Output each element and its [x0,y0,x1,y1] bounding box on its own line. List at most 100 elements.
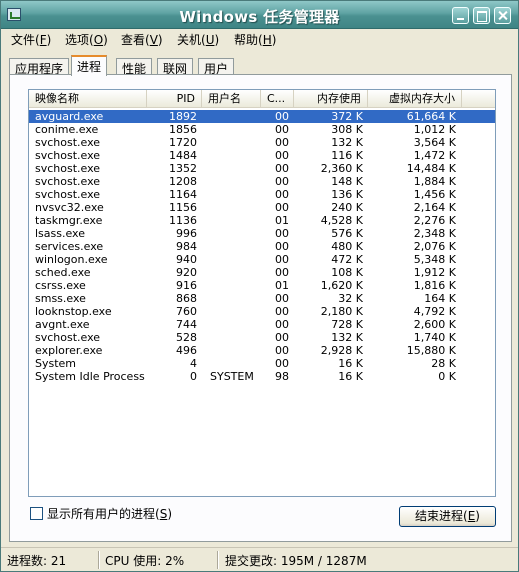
cell-vm-size: 1,472 K [413,149,456,162]
cell-vm-size: 1,884 K [413,175,456,188]
cell-image-name: svchost.exe [35,331,101,344]
cell-vm-size: 2,600 K [413,318,456,331]
column-header-vm-size[interactable]: 虚拟内存大小 [368,90,462,108]
cell-mem-usage: 480 K [331,240,363,253]
process-rows: avguard.exe 1892 00 372 K 61,664 Kconime.exe… [29,110,495,383]
cell-vm-size: 4,792 K [413,305,456,318]
cell-image-name: avgnt.exe [35,318,90,331]
process-row[interactable]: conime.exe 1856 00 308 K 1,012 K [29,123,495,136]
cell-vm-size: 0 K [438,370,456,383]
cell-username: SYSTEM [210,370,254,383]
process-row[interactable]: services.exe 984 00 480 K 2,076 K [29,240,495,253]
tab-processes[interactable]: 进程 [71,55,108,76]
process-row[interactable]: avguard.exe 1892 00 372 K 61,664 K [29,110,495,123]
process-row[interactable]: lsass.exe 996 00 576 K 2,348 K [29,227,495,240]
cell-mem-usage: 472 K [331,253,363,266]
process-row[interactable]: looknstop.exe 760 00 2,180 K 4,792 K [29,305,495,318]
tab-networking[interactable]: 联网 [157,58,194,76]
cell-cpu: 00 [275,123,289,136]
cell-pid: 1164 [169,188,197,201]
process-row[interactable]: nvsvc32.exe 1156 00 240 K 2,164 K [29,201,495,214]
process-row[interactable]: svchost.exe 528 00 132 K 1,740 K [29,331,495,344]
cell-mem-usage: 148 K [331,175,363,188]
cell-image-name: avguard.exe [35,110,104,123]
status-cpu-usage: CPU 使用: 2% [105,554,185,568]
cell-pid: 760 [176,305,197,318]
tab-applications[interactable]: 应用程序 [9,58,70,76]
tab-users[interactable]: 用户 [198,58,235,76]
close-button[interactable] [494,7,511,24]
cell-cpu: 00 [275,149,289,162]
process-row[interactable]: explorer.exe 496 00 2,928 K 15,880 K [29,344,495,357]
cell-mem-usage: 132 K [331,331,363,344]
status-process-count: 进程数: 21 [7,554,67,568]
menu-file[interactable]: 文件(F) [11,31,51,48]
cell-cpu: 00 [275,240,289,253]
process-row[interactable]: svchost.exe 1484 00 116 K 1,472 K [29,149,495,162]
minimize-button[interactable] [452,7,469,24]
process-row[interactable]: winlogon.exe 940 00 472 K 5,348 K [29,253,495,266]
cell-vm-size: 2,164 K [413,201,456,214]
process-row[interactable]: svchost.exe 1720 00 132 K 3,564 K [29,136,495,149]
processes-panel: 映像名称 PID 用户名 C... 内存使用 虚拟内存大小 avguard.ex… [9,74,512,542]
cell-pid: 4 [190,357,197,370]
cell-cpu: 00 [275,344,289,357]
cell-image-name: lsass.exe [35,227,85,240]
menu-view[interactable]: 查看(V) [121,31,163,48]
cell-image-name: svchost.exe [35,136,101,149]
process-row[interactable]: avgnt.exe 744 00 728 K 2,600 K [29,318,495,331]
cell-cpu: 00 [275,305,289,318]
column-header-mem-usage[interactable]: 内存使用 [294,90,368,108]
column-header-pid[interactable]: PID [147,90,202,108]
cell-vm-size: 1,912 K [413,266,456,279]
cell-cpu: 00 [275,318,289,331]
column-header-username[interactable]: 用户名 [202,90,261,108]
show-all-users-label[interactable]: 显示所有用户的进程(S) [47,505,172,522]
cell-pid: 916 [176,279,197,292]
cell-cpu: 00 [275,175,289,188]
show-all-users-checkbox[interactable] [30,507,43,520]
end-process-button[interactable]: 结束进程(E) [399,506,496,527]
cell-image-name: svchost.exe [35,149,101,162]
process-row[interactable]: csrss.exe 916 01 1,620 K 1,816 K [29,279,495,292]
menu-help[interactable]: 帮助(H) [234,31,276,48]
maximize-button[interactable] [473,7,490,24]
cell-image-name: System Idle Process [35,370,145,383]
cell-cpu: 00 [275,188,289,201]
cell-mem-usage: 1,620 K [320,279,363,292]
process-row[interactable]: smss.exe 868 00 32 K 164 K [29,292,495,305]
cell-pid: 528 [176,331,197,344]
cell-mem-usage: 576 K [331,227,363,240]
cell-mem-usage: 4,528 K [320,214,363,227]
column-header-cpu[interactable]: C... [261,90,294,108]
cell-mem-usage: 240 K [331,201,363,214]
cell-pid: 496 [176,344,197,357]
cell-cpu: 00 [275,201,289,214]
process-row[interactable]: svchost.exe 1164 00 136 K 1,456 K [29,188,495,201]
cell-image-name: smss.exe [35,292,86,305]
menu-shutdown[interactable]: 关机(U) [177,31,219,48]
cell-mem-usage: 728 K [331,318,363,331]
cell-vm-size: 1,816 K [413,279,456,292]
tab-performance[interactable]: 性能 [116,58,153,76]
cell-mem-usage: 372 K [331,110,363,123]
process-row[interactable]: svchost.exe 1208 00 148 K 1,884 K [29,175,495,188]
process-row[interactable]: sched.exe 920 00 108 K 1,912 K [29,266,495,279]
cell-image-name: winlogon.exe [35,253,108,266]
process-row[interactable]: System Idle Process 0 SYSTEM 98 16 K 0 K [29,370,495,383]
process-row[interactable]: svchost.exe 1352 00 2,360 K 14,484 K [29,162,495,175]
cell-mem-usage: 16 K [338,357,363,370]
cell-pid: 868 [176,292,197,305]
cell-cpu: 00 [275,266,289,279]
column-header-image-name[interactable]: 映像名称 [29,90,147,108]
process-list[interactable]: 映像名称 PID 用户名 C... 内存使用 虚拟内存大小 avguard.ex… [28,89,496,497]
cell-mem-usage: 2,180 K [320,305,363,318]
menu-options[interactable]: 选项(O) [65,31,108,48]
cell-vm-size: 3,564 K [413,136,456,149]
title-bar[interactable]: Windows 任务管理器 [1,1,518,29]
cell-cpu: 01 [275,279,289,292]
cell-image-name: taskmgr.exe [35,214,103,227]
process-row[interactable]: System 4 00 16 K 28 K [29,357,495,370]
process-row[interactable]: taskmgr.exe 1136 01 4,528 K 2,276 K [29,214,495,227]
cell-image-name: conime.exe [35,123,99,136]
